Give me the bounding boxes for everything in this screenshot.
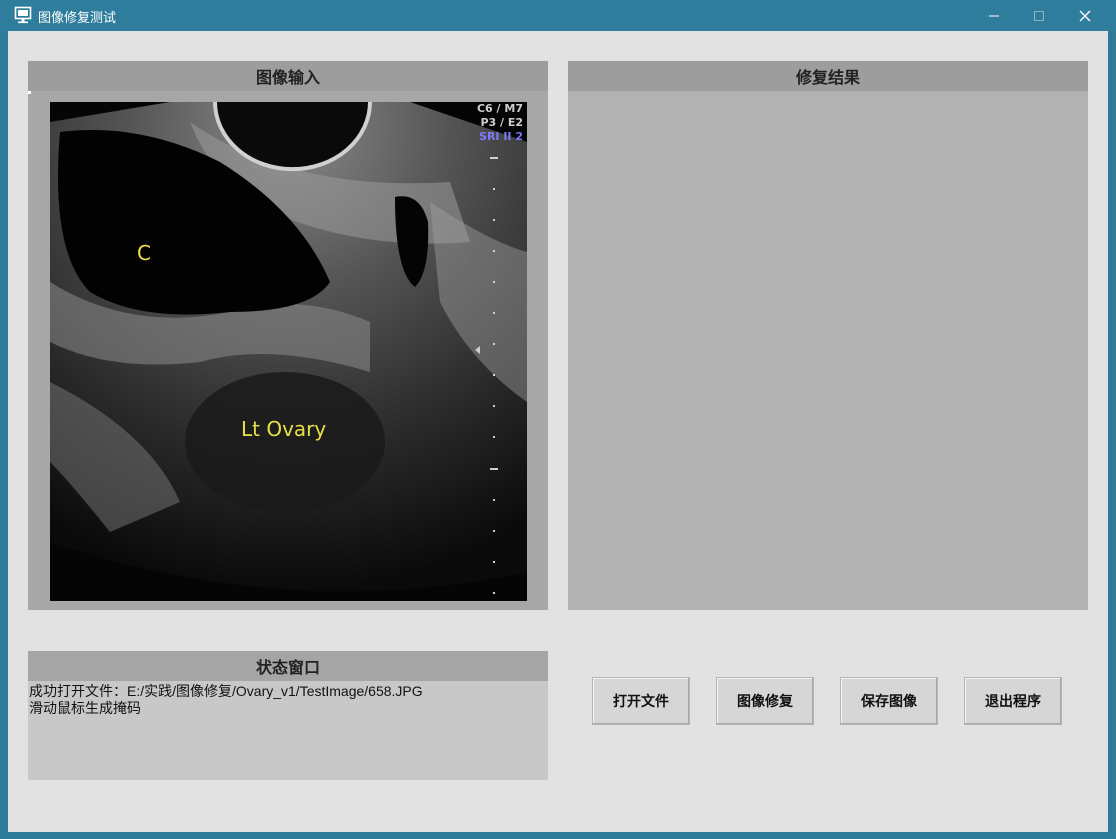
status-line: 成功打开文件：E:/实践/图像修复/Ovary_v1/TestImage/658… <box>29 683 423 699</box>
status-line: 滑动鼠标生成掩码 <box>29 700 141 716</box>
status-panel-header: 状态窗口 <box>28 651 548 681</box>
input-panel-header: 图像输入 <box>28 61 548 91</box>
maximize-icon <box>1034 10 1044 21</box>
ultrasound-image[interactable]: C6 / M7 P3 / E2 SRI II 2 C Lt Ovary <box>50 102 527 601</box>
label-c: C <box>137 241 151 265</box>
result-panel-header: 修复结果 <box>568 61 1088 91</box>
client-area: 图像输入 C6 / M7 P3 / E2 SRI II 2 C Lt Ovary… <box>8 31 1108 832</box>
monitor-icon <box>14 6 32 24</box>
minimize-button[interactable] <box>971 0 1017 31</box>
cursor-marker <box>28 91 31 94</box>
minimize-icon <box>989 15 999 16</box>
result-panel[interactable] <box>568 91 1088 610</box>
window-title: 图像修复测试 <box>38 11 117 26</box>
maximize-button[interactable] <box>1016 0 1062 31</box>
open-file-button[interactable]: 打开文件 <box>592 677 690 725</box>
title-bar[interactable]: 图像修复测试 <box>0 0 1116 31</box>
ultrasound-svg: C6 / M7 P3 / E2 SRI II 2 C Lt Ovary <box>50 102 527 601</box>
repair-image-button[interactable]: 图像修复 <box>716 677 814 725</box>
status-log: 成功打开文件：E:/实践/图像修复/Ovary_v1/TestImage/658… <box>29 683 549 717</box>
exit-program-button[interactable]: 退出程序 <box>964 677 1062 725</box>
close-button[interactable] <box>1062 0 1108 31</box>
overlay-line-3: SRI II 2 <box>479 130 523 143</box>
overlay-line-2: P3 / E2 <box>480 116 523 129</box>
save-image-button[interactable]: 保存图像 <box>840 677 938 725</box>
app-window: 图像修复测试 图像输入 C6 / M7 P3 / E2 SRI II 2 C L… <box>0 0 1116 839</box>
label-lt-ovary: Lt Ovary <box>241 417 326 441</box>
overlay-line-1: C6 / M7 <box>477 102 523 115</box>
close-icon <box>1079 10 1091 21</box>
